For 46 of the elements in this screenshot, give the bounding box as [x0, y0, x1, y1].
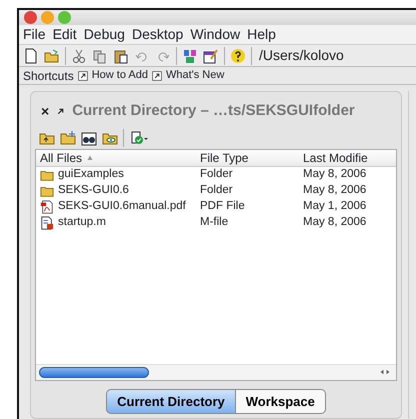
tab[interactable]: Workspace	[236, 388, 326, 414]
tab[interactable]: Current Directory	[106, 388, 236, 414]
shortcuts-label: Shortcuts	[23, 68, 74, 84]
shortcut-icon	[78, 70, 88, 80]
file-type: M-file	[199, 214, 230, 230]
edit-window-icon[interactable]	[203, 48, 219, 64]
menu-item[interactable]: Window	[190, 24, 240, 45]
file-name[interactable]: startup.m	[58, 214, 106, 232]
menu-item[interactable]: File	[23, 24, 46, 45]
open-folder-icon[interactable]	[44, 48, 60, 64]
shortcut-link[interactable]: How to Add	[78, 67, 148, 84]
modified-date: May 1, 2006	[303, 198, 368, 214]
file-type: Folder	[199, 182, 234, 198]
pdf-file-icon	[40, 200, 54, 214]
column-header[interactable]: Last Modifie	[303, 148, 381, 166]
new-folder-icon[interactable]	[60, 130, 76, 146]
panel-title: Current Directory – …ts/SEKSGUIfolder	[72, 101, 355, 121]
column-header[interactable]: All Files	[36, 148, 198, 166]
check-dropdown-icon[interactable]	[129, 130, 151, 146]
file-type: Folder	[199, 166, 234, 182]
copy-icon[interactable]	[92, 48, 108, 64]
menu-item[interactable]: Help	[247, 24, 276, 45]
shortcut-link[interactable]: What's New	[152, 67, 224, 84]
cut-icon[interactable]	[71, 48, 87, 64]
undock-icon[interactable]	[56, 106, 66, 116]
close-button[interactable]: ×	[41, 100, 50, 122]
new-file-icon[interactable]	[23, 48, 39, 64]
file-type: PDF File	[199, 198, 246, 214]
m-file-icon	[40, 216, 54, 230]
file-name[interactable]: SEKS-GUI0.6manual.pdf	[58, 198, 186, 216]
column-header[interactable]: File Type	[198, 148, 303, 166]
modified-date: May 8, 2006	[303, 166, 368, 182]
file-name[interactable]: guiExamples	[58, 166, 124, 184]
file-name[interactable]: SEKS-GUI0.6	[58, 182, 129, 200]
binoculars-icon[interactable]	[81, 130, 97, 146]
modified-date: May 8, 2006	[303, 182, 368, 198]
shortcut-icon	[152, 70, 162, 80]
modified-date: May 8, 2006	[303, 214, 368, 230]
menu-item[interactable]: Debug	[84, 24, 125, 45]
window-button[interactable]	[24, 11, 37, 24]
blocks-icon[interactable]	[182, 48, 198, 64]
menu-item[interactable]: Desktop	[132, 24, 184, 45]
help-icon[interactable]	[230, 48, 246, 64]
menu-item[interactable]: Edit	[52, 24, 77, 45]
scrollbar-thumb[interactable]	[39, 366, 149, 378]
paste-icon[interactable]	[113, 48, 129, 64]
